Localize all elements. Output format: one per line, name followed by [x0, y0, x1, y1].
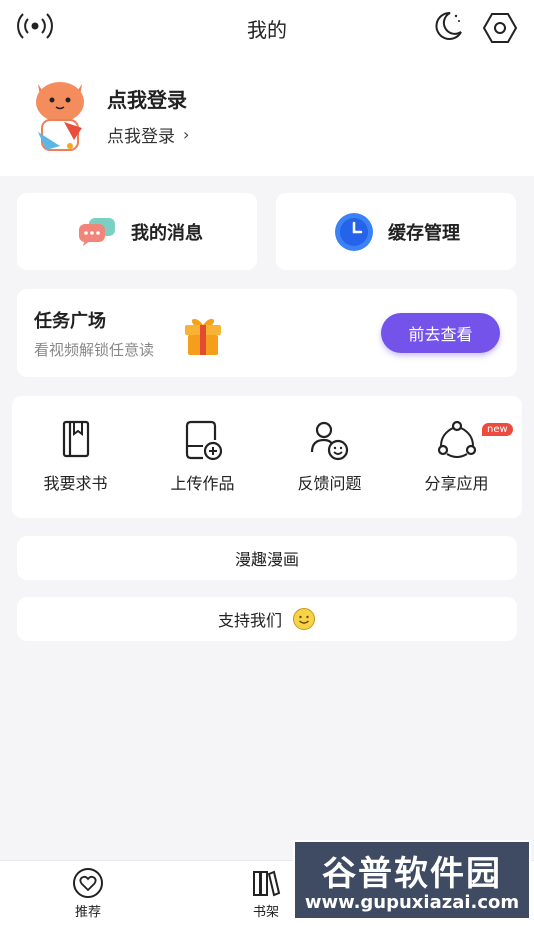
- upload-work-item[interactable]: 上传作品: [139, 418, 266, 498]
- profile-header: 我的 点我登录 点我登录 ›: [0, 0, 534, 176]
- settings-hexagon-icon[interactable]: [482, 10, 518, 46]
- feature-grid: 我要求书 上传作品 反馈问题 分享应用 new: [12, 396, 522, 518]
- gift-icon: [185, 318, 221, 355]
- task-title: 任务广场: [34, 311, 106, 332]
- support-label: 支持我们: [217, 611, 282, 630]
- my-messages-label: 我的消息: [131, 222, 203, 244]
- task-subtitle: 看视频解锁任意读: [34, 341, 155, 359]
- request-book-label: 我要求书: [43, 474, 108, 493]
- go-view-button[interactable]: 前去查看: [381, 313, 500, 353]
- support-us-bar[interactable]: 支持我们: [17, 597, 517, 641]
- login-link[interactable]: 点我登录 ›: [107, 122, 189, 147]
- share-app-label: 分享应用: [424, 474, 489, 493]
- tab-recommend[interactable]: 推荐: [48, 867, 128, 920]
- request-book-item[interactable]: 我要求书: [12, 418, 139, 498]
- book-icon: [62, 420, 89, 458]
- watermark: 谷普软件园 www.gupuxiazai.com: [293, 840, 531, 920]
- feedback-icon: [310, 421, 348, 461]
- cache-management-card[interactable]: 缓存管理: [276, 193, 516, 270]
- upload-icon: [185, 420, 222, 461]
- my-messages-card[interactable]: 我的消息: [17, 193, 257, 270]
- bookshelf-icon: [253, 870, 281, 897]
- share-icon: [437, 420, 476, 458]
- tab-recommend-label: 推荐: [74, 905, 101, 920]
- feedback-label: 反馈问题: [297, 474, 362, 493]
- task-plaza-card: 任务广场 看视频解锁任意读 前去查看: [17, 289, 517, 377]
- smiley-icon: [293, 608, 315, 630]
- tab-bookshelf-label: 书架: [252, 905, 279, 920]
- upload-work-label: 上传作品: [170, 474, 235, 493]
- login-link-label: 点我登录: [107, 127, 175, 147]
- comic-bar[interactable]: 漫趣漫画: [17, 536, 517, 580]
- comic-label: 漫趣漫画: [234, 550, 299, 569]
- night-mode-icon[interactable]: [430, 8, 466, 44]
- login-title[interactable]: 点我登录: [107, 84, 187, 113]
- chevron-right-icon: ›: [183, 125, 190, 144]
- avatar[interactable]: [30, 74, 90, 154]
- heart-circle-icon: [73, 868, 103, 898]
- cache-management-label: 缓存管理: [388, 222, 460, 244]
- chat-bubble-icon: [79, 217, 115, 246]
- feedback-item[interactable]: 反馈问题: [266, 418, 393, 498]
- watermark-url: www.gupuxiazai.com: [304, 892, 520, 913]
- watermark-brand: 谷普软件园: [322, 854, 502, 894]
- clock-icon: [335, 212, 373, 251]
- new-badge: new: [482, 423, 513, 436]
